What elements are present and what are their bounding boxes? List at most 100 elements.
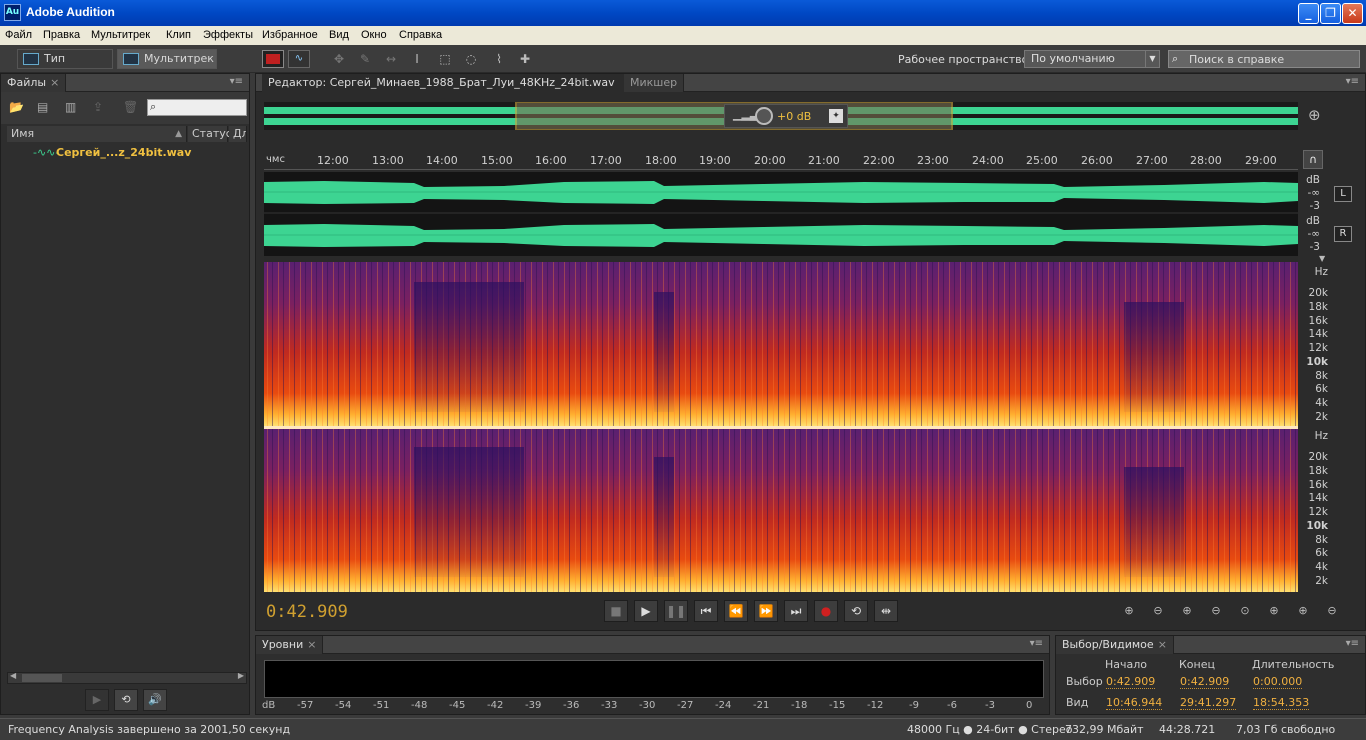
marquee-tool-icon[interactable]: ⬚ [436,51,454,67]
help-search-input[interactable]: ⌕ Поиск в справке [1168,50,1360,68]
spectral-display-button[interactable] [262,50,284,68]
menu-effects[interactable]: Эффекты [203,29,253,41]
close-icon[interactable]: × [1158,638,1167,651]
spectral-display[interactable] [264,262,1298,592]
column-name[interactable]: Имя ▲ [7,126,187,142]
razor-tool-icon[interactable]: ✎ [356,51,374,67]
loop-button[interactable]: ⟲ [844,600,868,622]
multitrack-view-button[interactable]: Мультитрек [117,49,217,69]
scroll-left-icon[interactable]: ◀ [10,671,16,680]
preview-volume-button[interactable]: 🔊 [143,689,167,711]
close-icon[interactable]: × [50,76,59,89]
trash-icon[interactable]: 🗑 [123,100,138,114]
zoom-in-time-icon[interactable]: ⊕ [1176,604,1198,622]
open-file-icon[interactable]: 📂 [9,100,24,114]
preview-play-button[interactable]: ▶ [85,689,109,711]
skip-selection-button[interactable]: ⇹ [874,600,898,622]
view-duration-value[interactable]: 18:54.353 [1253,696,1310,710]
time-ruler[interactable]: чмс 12:00 13:00 14:00 15:00 16:00 17:00 … [264,150,1298,170]
horizontal-scrollbar[interactable]: ◀ ▶ [7,671,247,684]
selection-view-panel: Выбор/Видимое × ▾≡ Начало Конец Длительно… [1055,635,1366,715]
spectral-pitch-button[interactable]: ∿ [288,50,310,68]
time-selection-tool-icon[interactable]: I [408,51,426,67]
status-free-space: 7,03 Гб свободно [1236,723,1336,736]
slip-tool-icon[interactable]: ↔ [382,51,400,67]
tab-files[interactable]: Файлы × [1,74,67,92]
go-to-end-button[interactable]: ⏭ [784,600,808,622]
zoom-in-amplitude-icon[interactable]: ⊕ [1118,604,1140,622]
menu-multitrack[interactable]: Мультитрек [91,29,150,41]
menu-clip[interactable]: Клип [166,29,191,41]
pin-icon[interactable]: ✦ [829,109,843,123]
lasso-tool-icon[interactable]: ◌ [462,51,480,67]
ruler-tick: 18:00 [645,154,677,167]
close-icon[interactable]: × [307,638,316,651]
workspace-label: Рабочее пространство: [898,53,1033,66]
transport-controls: ■ ▶ ❚❚ ⏮ ⏪ ⏩ ⏭ ● ⟲ ⇹ [604,596,904,626]
tab-editor[interactable]: Редактор: Сергей_Минаев_1988_Брат_Луи_48… [262,74,662,92]
go-to-start-button[interactable]: ⏮ [694,600,718,622]
gain-knob-icon[interactable] [755,107,773,125]
workspace-dropdown[interactable]: По умолчанию ▼ [1024,50,1160,68]
selection-duration-value[interactable]: 0:00.000 [1253,675,1303,689]
menu-edit[interactable]: Правка [43,29,80,41]
spectral-icon [266,54,280,64]
column-status[interactable]: Статус [188,126,232,142]
zoom-selection-icon[interactable]: ⊕ [1292,604,1314,622]
import-file-icon[interactable]: ▤ [37,100,48,114]
brush-tool-icon[interactable]: ⌇ [490,51,508,67]
tab-mixer[interactable]: Микшер [624,74,685,92]
maximize-button[interactable]: ❐ [1320,3,1341,24]
panel-menu-icon[interactable]: ▾≡ [1346,76,1359,87]
insert-icon[interactable]: ⇪ [93,100,103,114]
chevron-down-icon: ▼ [1145,51,1159,67]
view-start-value[interactable]: 10:46.944 [1106,696,1163,710]
zoom-full-icon[interactable]: ⊙ [1234,604,1256,622]
panel-menu-icon[interactable]: ▾≡ [230,76,243,87]
menu-window[interactable]: Окно [361,29,387,41]
selection-start-value[interactable]: 0:42.909 [1106,675,1156,689]
move-tool-icon[interactable]: ✥ [330,51,348,67]
zoom-out-time-icon[interactable]: ⊖ [1205,604,1227,622]
panel-menu-icon[interactable]: ▾≡ [1030,638,1043,649]
hud-gain-control[interactable]: ▁▂▃ +0 dB ✦ [724,104,848,128]
files-search-input[interactable]: ⌕ [147,99,247,116]
scroll-right-icon[interactable]: ▶ [238,671,244,680]
rewind-button[interactable]: ⏪ [724,600,748,622]
tab-selection-view[interactable]: Выбор/Видимое × [1056,636,1174,654]
stop-button[interactable]: ■ [604,600,628,622]
zoom-full-icon[interactable]: ⊕ [1308,106,1321,124]
menu-view[interactable]: Вид [329,29,349,41]
menu-file[interactable]: Файл [5,29,32,41]
pause-button[interactable]: ❚❚ [664,600,688,622]
play-button[interactable]: ▶ [634,600,658,622]
selection-end-value[interactable]: 0:42.909 [1180,675,1230,689]
close-button[interactable]: ✕ [1342,3,1363,24]
channel-right-toggle[interactable]: R [1334,226,1352,242]
ruler-tick: 25:00 [1026,154,1058,167]
minimize-button[interactable]: _ [1298,3,1319,24]
channel-left-toggle[interactable]: L [1334,186,1352,202]
panel-menu-icon[interactable]: ▾≡ [1346,638,1359,649]
preview-loop-button[interactable]: ⟲ [114,689,138,711]
scroll-thumb[interactable] [22,674,62,682]
current-time-display[interactable]: 0:42.909 [266,602,348,622]
fast-forward-button[interactable]: ⏩ [754,600,778,622]
ruler-tick: 24:00 [972,154,1004,167]
menu-help[interactable]: Справка [399,29,442,41]
menu-favorites[interactable]: Избранное [262,29,318,41]
zoom-out-amplitude-icon[interactable]: ⊖ [1147,604,1169,622]
snap-magnet-icon[interactable]: ∩ [1303,150,1323,169]
list-item[interactable]: -∿∿- Сергей_...z_24bit.wav [7,146,247,164]
zoom-in-point-icon[interactable]: ⊕ [1263,604,1285,622]
record-button[interactable]: ● [814,600,838,622]
new-file-icon[interactable]: ▥ [65,100,76,114]
zoom-out-full-icon[interactable]: ⊖ [1321,604,1343,622]
waveform-view-button[interactable]: Тип сигнала [17,49,113,83]
tab-levels[interactable]: Уровни × [256,636,324,654]
waveform-display[interactable] [264,172,1298,256]
spot-healing-tool-icon[interactable]: ✚ [516,51,534,67]
ruler-tick: 27:00 [1136,154,1168,167]
column-duration[interactable]: Дл [229,126,247,142]
view-end-value[interactable]: 29:41.297 [1180,696,1237,710]
